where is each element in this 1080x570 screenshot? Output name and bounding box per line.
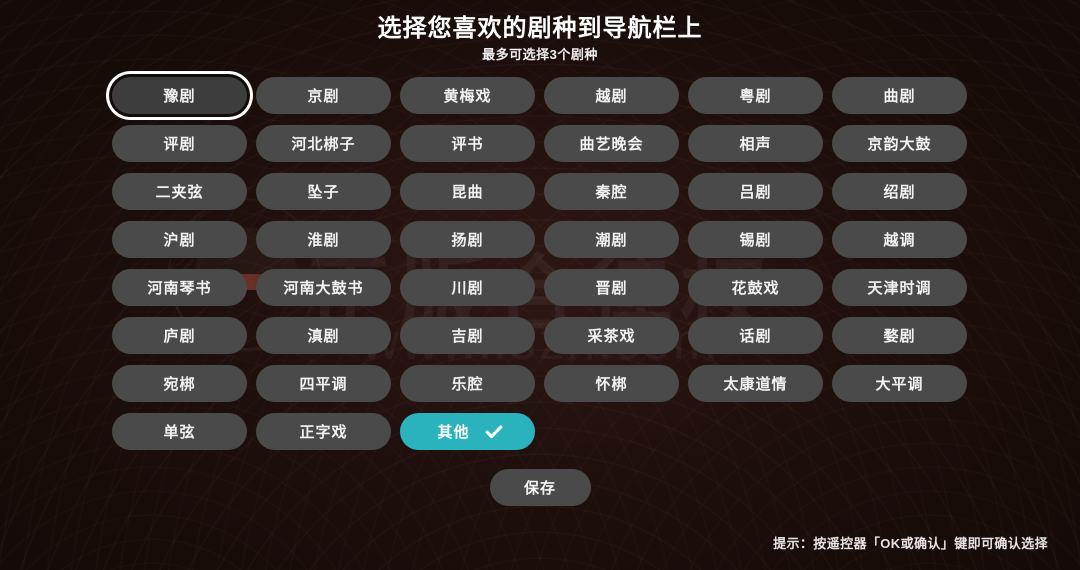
genre-chip-label: 绍剧 xyxy=(883,184,916,201)
genre-chip-label: 潮剧 xyxy=(595,232,628,249)
genre-chip-label: 怀梆 xyxy=(595,376,628,393)
genre-chip[interactable]: 怀梆 xyxy=(544,365,679,402)
genre-chip[interactable]: 单弦 xyxy=(112,413,247,450)
genre-chip[interactable]: 吕剧 xyxy=(688,173,823,210)
genre-chip-label: 曲艺晚会 xyxy=(579,136,644,153)
genre-chip-label: 相声 xyxy=(739,136,772,153)
genre-chip-label: 越剧 xyxy=(595,88,628,105)
genre-chip-label: 黄梅戏 xyxy=(443,88,492,105)
genre-chip[interactable]: 宛梆 xyxy=(112,365,247,402)
genre-chip-label: 滇剧 xyxy=(307,328,340,345)
genre-chip-label: 坠子 xyxy=(307,184,340,201)
tv-genre-selection-screen: 正版合律权 www.i3zh.com 选择您喜欢的剧种到导航栏上 最多可选择3个… xyxy=(0,0,1080,570)
genre-chip-label: 正字戏 xyxy=(299,424,348,441)
genre-chip[interactable]: 豫剧 xyxy=(112,77,247,114)
genre-chip-label: 豫剧 xyxy=(163,88,196,105)
genre-chip[interactable]: 天津时调 xyxy=(832,269,967,306)
genre-chip-label: 乐腔 xyxy=(451,376,484,393)
genre-chip-label: 锡剧 xyxy=(739,232,772,249)
genre-chip[interactable]: 采茶戏 xyxy=(544,317,679,354)
genre-chip[interactable]: 太康道情 xyxy=(688,365,823,402)
genre-chip-label: 河南大鼓书 xyxy=(283,280,364,297)
genre-chip-label: 庐剧 xyxy=(163,328,196,345)
genre-chip[interactable]: 坠子 xyxy=(256,173,391,210)
genre-chip[interactable]: 川剧 xyxy=(400,269,535,306)
genre-chip[interactable]: 评剧 xyxy=(112,125,247,162)
genre-chip[interactable]: 河南大鼓书 xyxy=(256,269,391,306)
genre-chip[interactable]: 婺剧 xyxy=(832,317,967,354)
genre-chip-label: 四平调 xyxy=(299,376,348,393)
genre-chip-label: 淮剧 xyxy=(307,232,340,249)
genre-chip-label: 曲剧 xyxy=(883,88,916,105)
save-button[interactable]: 保存 xyxy=(489,469,591,506)
genre-chip[interactable]: 扬剧 xyxy=(400,221,535,258)
genre-chip[interactable]: 滇剧 xyxy=(256,317,391,354)
genre-chip-label: 二夹弦 xyxy=(155,184,204,201)
genre-chip-label: 婺剧 xyxy=(883,328,916,345)
genre-chip-grid: 豫剧 京剧 黄梅戏 越剧 粤剧 曲剧评剧 河北梆子 评书 曲艺晚会 相声 京韵大鼓二夹弦 坠子 昆曲 秦腔… xyxy=(112,77,968,450)
genre-chip-label: 话剧 xyxy=(739,328,772,345)
genre-chip[interactable]: 晋剧 xyxy=(544,269,679,306)
genre-chip[interactable]: 正字戏 xyxy=(256,413,391,450)
genre-chip[interactable]: 沪剧 xyxy=(112,221,247,258)
genre-chip[interactable]: 河北梆子 xyxy=(256,125,391,162)
genre-chip[interactable]: 二夹弦 xyxy=(112,173,247,210)
genre-chip-label: 昆曲 xyxy=(451,184,484,201)
genre-chip[interactable]: 庐剧 xyxy=(112,317,247,354)
genre-chip-label: 花鼓戏 xyxy=(731,280,780,297)
genre-chip-label: 采茶戏 xyxy=(587,328,636,345)
genre-chip-label: 大平调 xyxy=(875,376,924,393)
genre-chip-label: 评书 xyxy=(451,136,484,153)
remote-hint-text: 提示：按遥控器「OK或确认」键即可确认选择 xyxy=(773,536,1048,551)
genre-chip-label: 川剧 xyxy=(451,280,484,297)
genre-chip-label: 晋剧 xyxy=(595,280,628,297)
genre-chip[interactable]: 京剧 xyxy=(256,77,391,114)
genre-chip[interactable]: 越调 xyxy=(832,221,967,258)
genre-chip-label: 京韵大鼓 xyxy=(867,136,932,153)
genre-chip[interactable]: 相声 xyxy=(688,125,823,162)
genre-chip[interactable]: 秦腔 xyxy=(544,173,679,210)
genre-chip-label: 宛梆 xyxy=(163,376,196,393)
genre-chip-label: 河北梆子 xyxy=(291,136,356,153)
genre-chip[interactable]: 越剧 xyxy=(544,77,679,114)
genre-chip[interactable]: 乐腔 xyxy=(400,365,535,402)
genre-chip-label: 河南琴书 xyxy=(147,280,212,297)
genre-chip[interactable]: 黄梅戏 xyxy=(400,77,535,114)
genre-chip[interactable]: 昆曲 xyxy=(400,173,535,210)
genre-chip-label: 扬剧 xyxy=(451,232,484,249)
genre-chip-label: 吉剧 xyxy=(451,328,484,345)
genre-chip[interactable]: 四平调 xyxy=(256,365,391,402)
genre-chip[interactable]: 京韵大鼓 xyxy=(832,125,967,162)
genre-chip[interactable]: 其他 xyxy=(400,413,535,450)
genre-chip-label: 粤剧 xyxy=(739,88,772,105)
genre-chip[interactable]: 潮剧 xyxy=(544,221,679,258)
genre-chip-label: 单弦 xyxy=(163,424,196,441)
genre-chip-label: 其他 xyxy=(437,424,470,441)
genre-chip[interactable]: 曲剧 xyxy=(832,77,967,114)
genre-chip-label: 秦腔 xyxy=(595,184,628,201)
genre-chip-label: 沪剧 xyxy=(163,232,196,249)
genre-chip[interactable]: 绍剧 xyxy=(832,173,967,210)
genre-chip[interactable]: 淮剧 xyxy=(256,221,391,258)
check-icon xyxy=(484,422,504,442)
genre-chip[interactable]: 话剧 xyxy=(688,317,823,354)
genre-chip[interactable]: 河南琴书 xyxy=(112,269,247,306)
genre-chip[interactable]: 吉剧 xyxy=(400,317,535,354)
genre-chip-label: 越调 xyxy=(883,232,916,249)
genre-chip-label: 评剧 xyxy=(163,136,196,153)
genre-chip[interactable]: 花鼓戏 xyxy=(688,269,823,306)
genre-chip-label: 太康道情 xyxy=(723,376,788,393)
genre-chip[interactable]: 大平调 xyxy=(832,365,967,402)
genre-chip[interactable]: 锡剧 xyxy=(688,221,823,258)
genre-chip[interactable]: 曲艺晚会 xyxy=(544,125,679,162)
genre-chip[interactable]: 评书 xyxy=(400,125,535,162)
save-row: 保存 xyxy=(0,469,1080,506)
genre-chip-label: 吕剧 xyxy=(739,184,772,201)
page-title: 选择您喜欢的剧种到导航栏上 xyxy=(377,15,703,42)
genre-chip-label: 天津时调 xyxy=(867,280,932,297)
genre-chip-label: 京剧 xyxy=(307,88,340,105)
page-subtitle: 最多可选择3个剧种 xyxy=(482,47,598,62)
genre-chip[interactable]: 粤剧 xyxy=(688,77,823,114)
